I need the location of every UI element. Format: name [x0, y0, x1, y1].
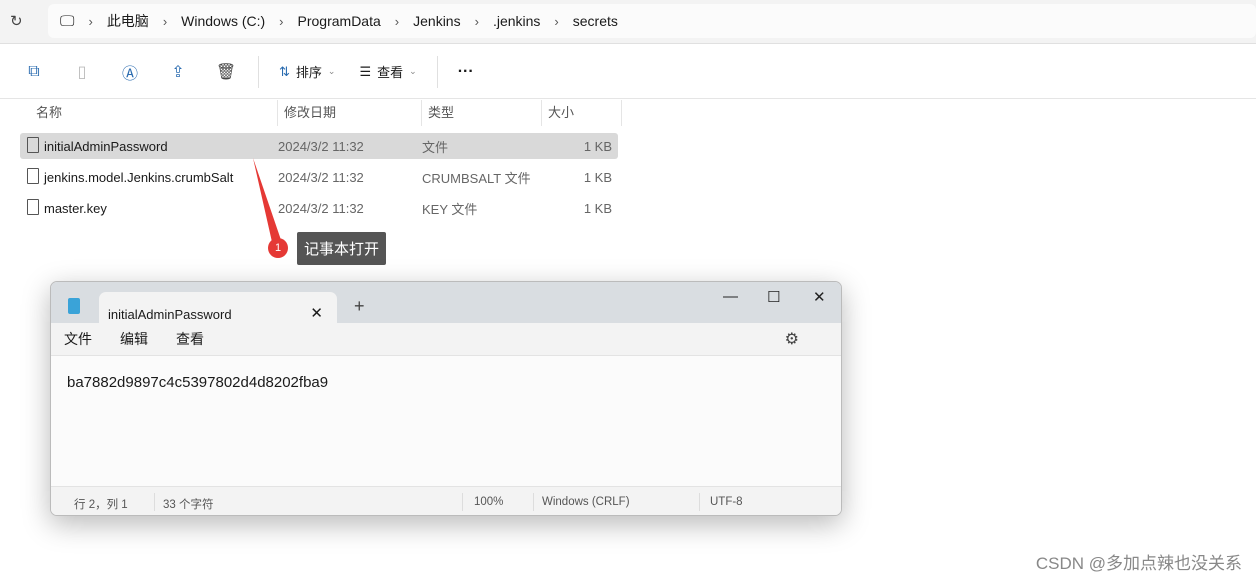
annotation-callout: 记事本打开 [297, 232, 387, 265]
menu-view[interactable]: 查看 [176, 329, 204, 349]
menu-bar: 文件 编辑 查看 ⚙ [51, 323, 841, 356]
encoding[interactable]: UTF-8 [710, 496, 743, 508]
status-bar: 行 2，列 1 33 个字符 100% Windows (CRLF) UTF-8 [51, 486, 841, 515]
menu-edit[interactable]: 编辑 [120, 329, 148, 349]
zoom-level[interactable]: 100% [474, 496, 503, 508]
cursor-position: 行 2，列 1 [74, 499, 128, 511]
close-icon[interactable]: ✕ [813, 288, 826, 306]
line-ending[interactable]: Windows (CRLF) [542, 496, 630, 508]
new-tab-icon[interactable]: + [354, 296, 365, 317]
close-tab-icon[interactable]: ✕ [310, 304, 323, 322]
annotation-badge: 1 [268, 238, 288, 258]
text-editor[interactable]: ba7882d9897c4c5397802d4d8202fba9 [51, 356, 841, 486]
maximize-icon[interactable]: ☐ [767, 288, 780, 306]
notepad-icon [68, 298, 80, 314]
notepad-window: initialAdminPassword ✕ + — ☐ ✕ 文件 编辑 查看 ⚙… [50, 281, 842, 516]
menu-file[interactable]: 文件 [64, 329, 92, 349]
minimize-icon[interactable]: — [723, 288, 738, 305]
watermark: CSDN @多加点辣也没关系 [1035, 554, 1242, 573]
char-count: 33 个字符 [163, 499, 214, 511]
title-bar: initialAdminPassword ✕ + — ☐ ✕ [51, 282, 841, 324]
tab-initialadminpassword[interactable]: initialAdminPassword ✕ [99, 292, 337, 324]
tab-label: initialAdminPassword [108, 307, 232, 322]
gear-icon[interactable]: ⚙ [785, 329, 799, 349]
